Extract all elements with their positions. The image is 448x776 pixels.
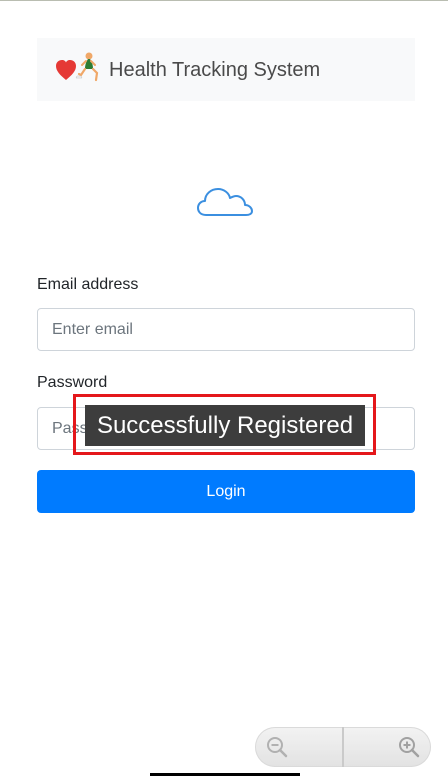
cloud-icon xyxy=(196,181,256,221)
email-label: Email address xyxy=(37,276,139,293)
email-input[interactable] xyxy=(38,309,414,350)
brand-title[interactable]: Health Tracking System xyxy=(109,58,320,82)
heart-runner-icon[interactable] xyxy=(55,50,105,90)
zoom-out-button[interactable] xyxy=(255,727,342,767)
zoom-controls xyxy=(255,727,431,767)
password-label: Password xyxy=(37,374,108,391)
email-field[interactable] xyxy=(37,308,415,351)
zoom-out-icon xyxy=(267,737,288,758)
top-divider xyxy=(0,0,448,1)
zoom-in-icon xyxy=(399,737,420,758)
navbar: Health Tracking System xyxy=(37,38,415,101)
zoom-in-button[interactable] xyxy=(344,727,431,767)
toast-highlight-box xyxy=(73,394,376,455)
login-button[interactable]: Login xyxy=(37,470,415,513)
